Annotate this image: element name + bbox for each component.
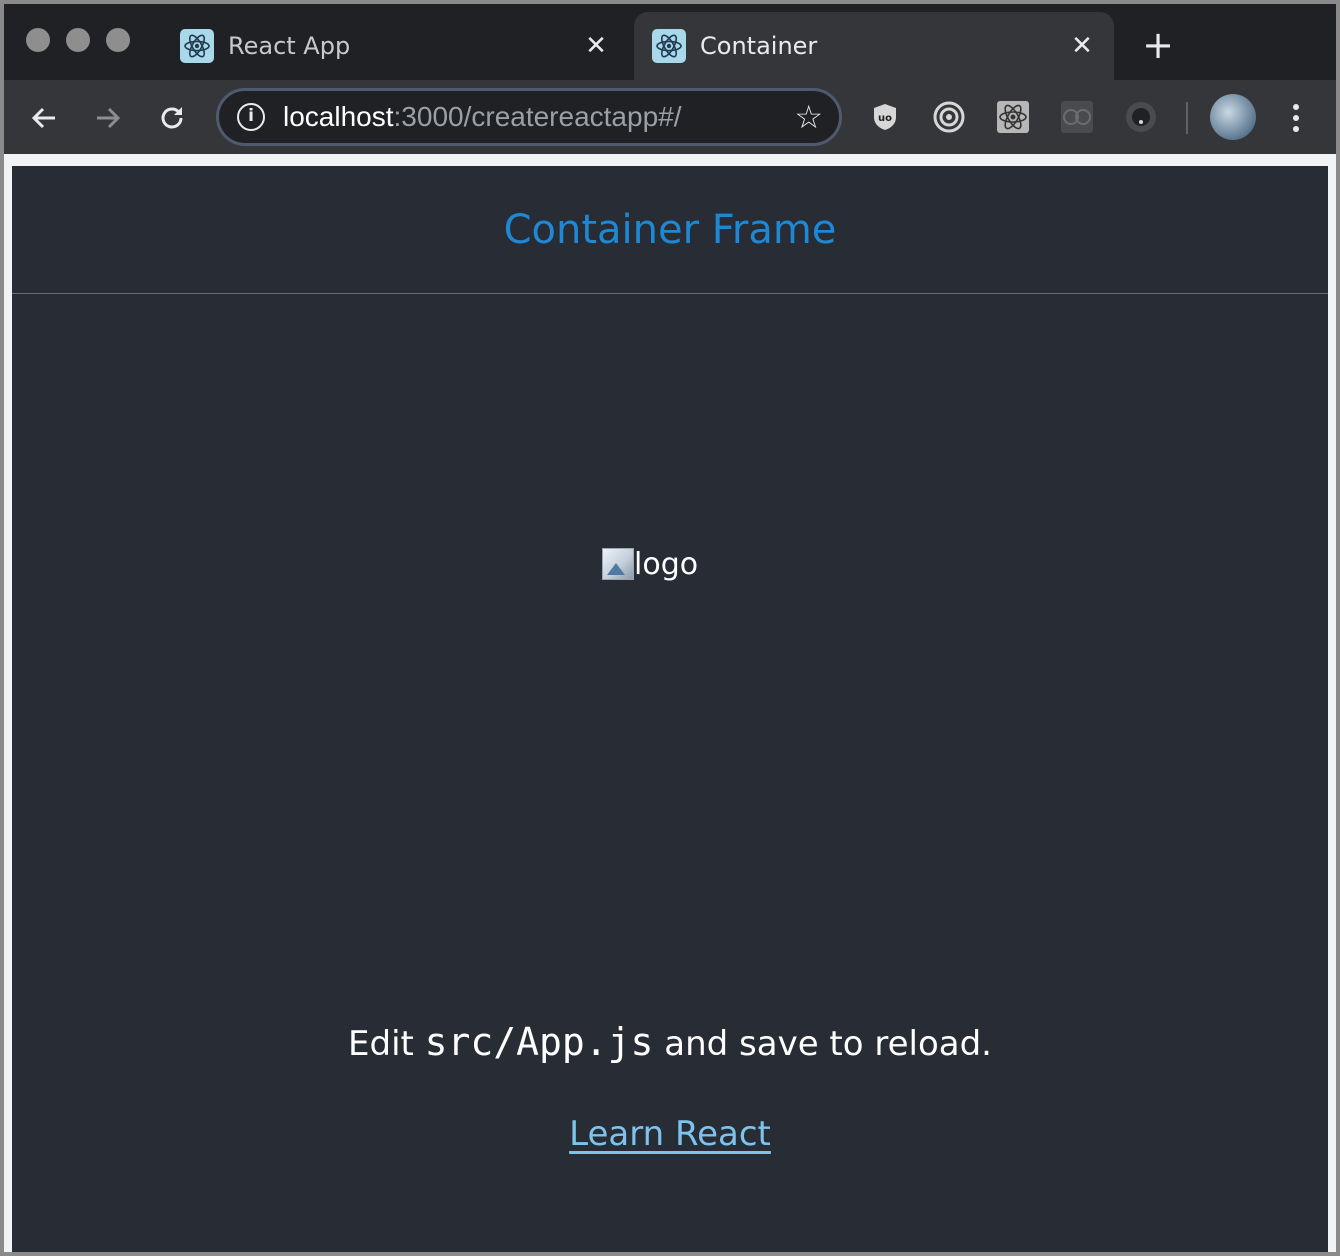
page-title: Container Frame: [503, 206, 837, 253]
site-info-icon[interactable]: i: [237, 103, 265, 131]
edit-instructions: Edit src/App.js and save to reload.: [348, 1020, 992, 1064]
profile-avatar[interactable]: [1210, 94, 1256, 140]
reload-button[interactable]: [150, 96, 194, 140]
logo-alt-text: logo: [634, 546, 699, 582]
react-devtools-icon[interactable]: [996, 100, 1030, 134]
address-bar[interactable]: i localhost:3000/createreactapp#/ ☆: [216, 88, 842, 146]
logo-image: logo: [602, 542, 698, 586]
tab-container[interactable]: Container ✕: [634, 12, 1114, 80]
arrow-left-icon: [31, 107, 55, 129]
svg-text:uo: uo: [878, 113, 892, 124]
grid-extension-icon[interactable]: [1060, 100, 1094, 134]
file-path: src/App.js: [424, 1020, 654, 1064]
new-tab-button[interactable]: +: [1138, 26, 1178, 66]
browser-toolbar: i localhost:3000/createreactapp#/ ☆ uo: [4, 80, 1336, 154]
browser-window: React App ✕ Container ✕ + i localhost:30…: [4, 4, 1336, 1252]
arrow-right-icon: [97, 107, 121, 129]
more-menu-button[interactable]: [1284, 100, 1308, 136]
ublock-origin-icon[interactable]: uo: [868, 100, 902, 134]
bookmark-star-icon[interactable]: ☆: [794, 101, 823, 133]
react-icon: [180, 29, 214, 63]
page-content: Container Frame logo Edit src/App.js and…: [12, 166, 1328, 1252]
reload-icon: [161, 107, 183, 129]
back-button[interactable]: [22, 96, 66, 140]
url-text: localhost:3000/createreactapp#/: [283, 101, 682, 132]
tab-strip: React App ✕ Container ✕ +: [4, 4, 1336, 80]
tab-close-icon[interactable]: ✕: [1068, 32, 1096, 60]
forward-button[interactable]: [86, 96, 130, 140]
frame-header: Container Frame: [12, 166, 1328, 294]
tab-react-app[interactable]: React App ✕: [162, 12, 628, 80]
tab-title: Container: [700, 32, 818, 60]
tab-title: React App: [228, 32, 351, 60]
learn-link-container: Learn React: [12, 1114, 1328, 1154]
target-icon[interactable]: [932, 100, 966, 134]
react-icon: [652, 29, 686, 63]
toolbar-divider: [1186, 102, 1188, 134]
learn-react-link[interactable]: Learn React: [569, 1114, 771, 1154]
broken-image-icon: [602, 548, 634, 580]
close-window-button[interactable]: [26, 28, 50, 52]
tab-close-icon[interactable]: ✕: [582, 32, 610, 60]
zoom-window-button[interactable]: [106, 28, 130, 52]
minimize-window-button[interactable]: [66, 28, 90, 52]
record-icon[interactable]: [1124, 100, 1158, 134]
